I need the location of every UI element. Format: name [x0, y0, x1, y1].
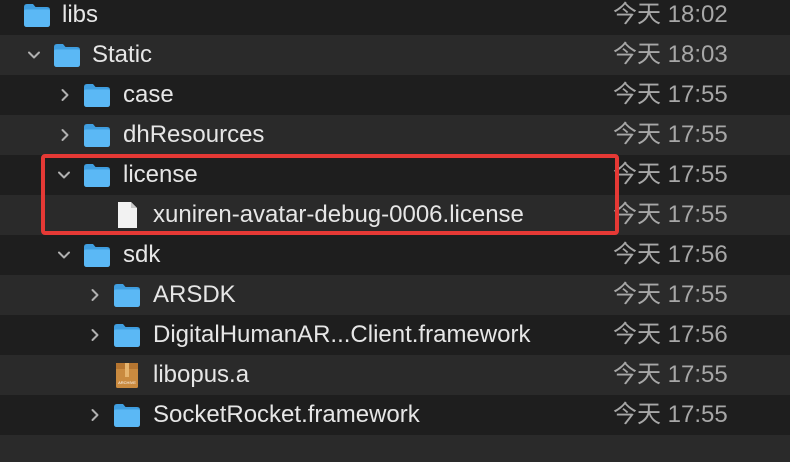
item-date: 今天 17:55: [613, 81, 728, 108]
chevron-right-icon[interactable]: [88, 288, 102, 302]
archive-icon: ARCHIVE: [112, 360, 142, 390]
folder-icon: [22, 0, 52, 30]
chevron-right-icon[interactable]: [58, 128, 72, 142]
folder-icon: [82, 80, 112, 110]
list-item-license-file[interactable]: xuniren-avatar-debug-0006.license 今天 17:…: [0, 195, 790, 235]
file-list: libs 今天 18:02 Static 今天 18:03 case 今天 17…: [0, 0, 790, 462]
chevron-down-icon[interactable]: [57, 248, 71, 262]
item-name: sdk: [123, 241, 161, 268]
item-date: 今天 17:55: [613, 201, 728, 228]
item-name: Static: [92, 41, 153, 68]
item-date: 今天 17:55: [613, 401, 728, 428]
chevron-down-icon[interactable]: [57, 168, 71, 182]
item-date: 今天 17:55: [613, 281, 728, 308]
chevron-right-icon[interactable]: [58, 88, 72, 102]
list-item-socketrocket-framework[interactable]: SocketRocket.framework 今天 17:55: [0, 395, 790, 435]
item-name: DigitalHumanAR...Client.framework: [153, 321, 531, 348]
list-item-libopus[interactable]: ARCHIVE libopus.a 今天 17:55: [0, 355, 790, 395]
list-item-case[interactable]: case 今天 17:55: [0, 75, 790, 115]
chevron-down-icon[interactable]: [27, 48, 41, 62]
folder-icon: [52, 40, 82, 70]
item-name: libs: [62, 1, 99, 28]
folder-icon: [112, 320, 142, 350]
item-date: 今天 18:03: [613, 41, 728, 68]
item-date: 今天 18:02: [613, 1, 728, 28]
list-item-static[interactable]: Static 今天 18:03: [0, 35, 790, 75]
item-name: dhResources: [123, 121, 265, 148]
item-name: case: [123, 81, 174, 108]
item-name: SocketRocket.framework: [153, 401, 420, 428]
item-name: xuniren-avatar-debug-0006.license: [153, 201, 524, 228]
item-date: 今天 17:55: [613, 161, 728, 188]
folder-icon: [82, 120, 112, 150]
item-name: ARSDK: [153, 281, 236, 308]
list-item-digitalhuman-framework[interactable]: DigitalHumanAR...Client.framework 今天 17:…: [0, 315, 790, 355]
chevron-right-icon[interactable]: [88, 408, 102, 422]
empty-row: [0, 435, 790, 462]
document-icon: [112, 200, 142, 230]
item-name: libopus.a: [153, 361, 250, 388]
folder-icon: [82, 160, 112, 190]
list-item-sdk[interactable]: sdk 今天 17:56: [0, 235, 790, 275]
item-date: 今天 17:56: [613, 321, 728, 348]
list-item-dhresources[interactable]: dhResources 今天 17:55: [0, 115, 790, 155]
archive-icon-label: ARCHIVE: [118, 380, 136, 385]
list-item-license[interactable]: license 今天 17:55: [0, 155, 790, 195]
item-name: license: [123, 161, 198, 188]
list-item-arsdk[interactable]: ARSDK 今天 17:55: [0, 275, 790, 315]
chevron-right-icon[interactable]: [88, 328, 102, 342]
folder-icon: [112, 280, 142, 310]
folder-icon: [82, 240, 112, 270]
list-item-libs[interactable]: libs 今天 18:02: [0, 0, 790, 35]
item-date: 今天 17:56: [613, 241, 728, 268]
item-date: 今天 17:55: [613, 121, 728, 148]
folder-icon: [112, 400, 142, 430]
item-date: 今天 17:55: [613, 361, 728, 388]
